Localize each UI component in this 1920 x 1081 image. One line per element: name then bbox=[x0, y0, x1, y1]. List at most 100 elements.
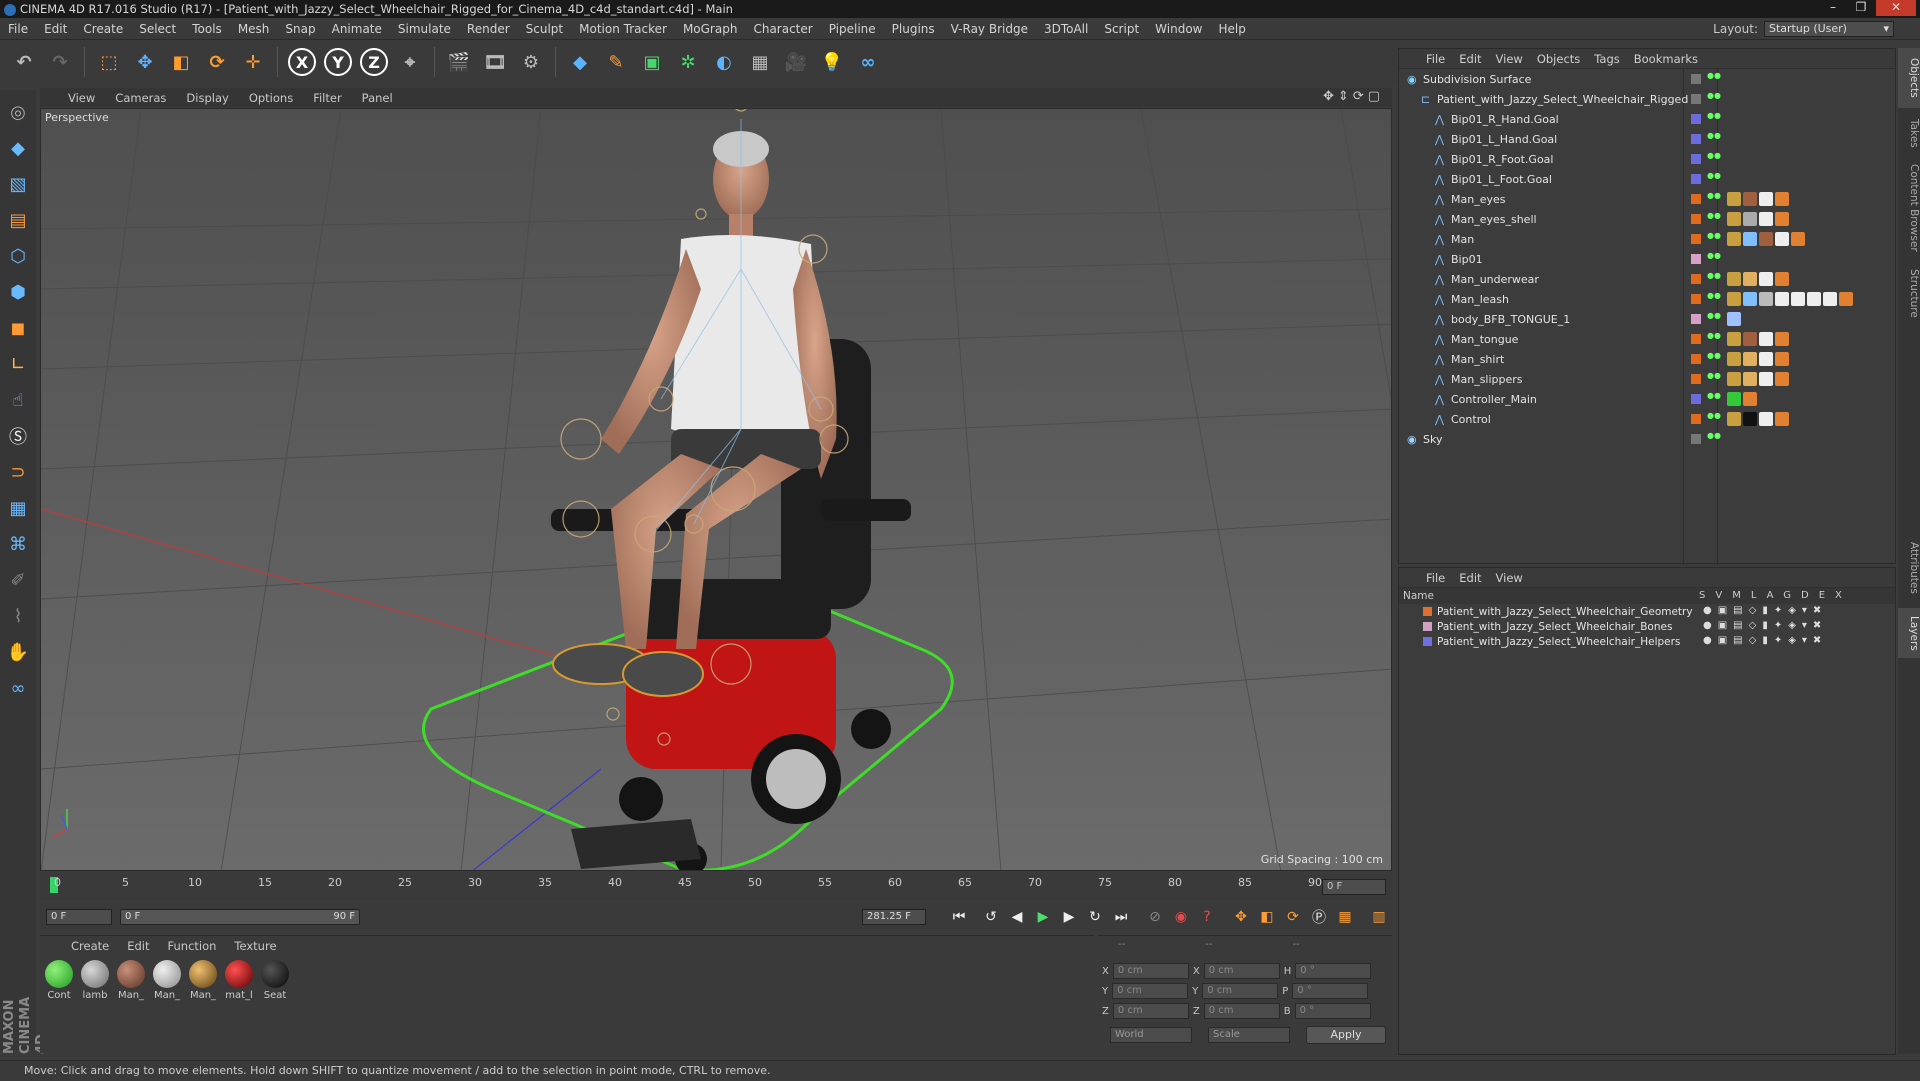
redo-icon[interactable]: ↷ bbox=[44, 46, 76, 78]
tab-layers[interactable]: Layers bbox=[1898, 608, 1920, 658]
tag-icon[interactable] bbox=[1791, 232, 1805, 246]
material-menu-create[interactable]: Create bbox=[62, 939, 118, 953]
layers-menu-edit[interactable]: Edit bbox=[1452, 571, 1488, 585]
menu-select[interactable]: Select bbox=[131, 22, 184, 36]
undo-icon[interactable]: ↶ bbox=[8, 46, 40, 78]
tag-icon[interactable] bbox=[1759, 372, 1773, 386]
visibility-dots-icon[interactable]: ●● bbox=[1707, 192, 1721, 205]
rotation-p-field[interactable]: 0 ° bbox=[1292, 983, 1369, 999]
menu-script[interactable]: Script bbox=[1096, 22, 1147, 36]
tag-icon[interactable] bbox=[1727, 412, 1741, 426]
menu-mesh[interactable]: Mesh bbox=[230, 22, 278, 36]
tag-icon[interactable] bbox=[1775, 412, 1789, 426]
layer-toggle-icons[interactable]: ●▣▤◇▮✦◈▾✖ bbox=[1703, 605, 1827, 616]
edges-mode-icon[interactable]: ⬢ bbox=[3, 276, 33, 308]
tag-icon[interactable] bbox=[1775, 352, 1789, 366]
visibility-dots-icon[interactable]: ●● bbox=[1707, 92, 1721, 105]
material-menu-texture[interactable]: Texture bbox=[225, 939, 285, 953]
material-menu-edit[interactable]: Edit bbox=[118, 939, 158, 953]
layer-color-swatch[interactable] bbox=[1691, 94, 1701, 104]
record-disabled-icon[interactable]: ⊘ bbox=[1142, 905, 1168, 929]
visibility-dots-icon[interactable]: ●● bbox=[1707, 212, 1721, 225]
texture-mode-icon[interactable]: ▧ bbox=[3, 168, 33, 200]
position-x-field[interactable]: 0 cm bbox=[1112, 963, 1189, 979]
tab-objects[interactable]: Objects bbox=[1898, 48, 1920, 108]
render-picture-viewer-icon[interactable]: 🎞 bbox=[479, 46, 511, 78]
position-z-field[interactable]: 0 cm bbox=[1112, 1003, 1189, 1019]
material-item[interactable]: Man_ bbox=[152, 960, 182, 1001]
tag-icon[interactable] bbox=[1727, 232, 1741, 246]
layer-color-swatch[interactable] bbox=[1423, 622, 1432, 631]
sculpt-tool-icon[interactable]: ✋ bbox=[3, 636, 33, 668]
material-item[interactable]: mat_l bbox=[224, 960, 254, 1001]
grid-snap-icon[interactable]: ▦ bbox=[3, 492, 33, 524]
tag-icon[interactable] bbox=[1759, 192, 1773, 206]
object-row[interactable]: ⋀ Bip01_L_Hand.Goal ●● bbox=[1399, 129, 1895, 149]
visibility-dots-icon[interactable]: ●● bbox=[1707, 112, 1721, 125]
material-item[interactable]: Cont bbox=[44, 960, 74, 1001]
viewport-menu-cameras[interactable]: Cameras bbox=[105, 91, 176, 105]
tag-icon[interactable] bbox=[1775, 272, 1789, 286]
objects-menu-file[interactable]: File bbox=[1419, 52, 1452, 66]
camera-icon[interactable]: 🎥 bbox=[780, 46, 812, 78]
layer-color-swatch[interactable] bbox=[1691, 274, 1701, 284]
object-row[interactable]: ⊏ Patient_with_Jazzy_Select_Wheelchair_Ri… bbox=[1399, 89, 1895, 109]
layer-color-swatch[interactable] bbox=[1691, 374, 1701, 384]
layer-toggle-icons[interactable]: ●▣▤◇▮✦◈▾✖ bbox=[1703, 620, 1827, 631]
tag-icon[interactable] bbox=[1775, 332, 1789, 346]
render-settings-icon[interactable]: ⚙ bbox=[515, 46, 547, 78]
make-editable-icon[interactable]: ◎ bbox=[3, 96, 33, 128]
object-row[interactable]: ⋀ Man_tongue ●● bbox=[1399, 329, 1895, 349]
menu-snap[interactable]: Snap bbox=[277, 22, 323, 36]
viewport-menu-view[interactable]: View bbox=[58, 91, 105, 105]
next-frame-icon[interactable]: ▶ bbox=[1056, 905, 1082, 929]
object-row[interactable]: ⋀ Control ●● bbox=[1399, 409, 1895, 429]
python-generator-icon[interactable]: ∞ bbox=[852, 46, 884, 78]
object-row[interactable]: ⋀ Bip01_R_Foot.Goal ●● bbox=[1399, 149, 1895, 169]
rotation-h-field[interactable]: 0 ° bbox=[1295, 963, 1372, 979]
layer-color-swatch[interactable] bbox=[1691, 74, 1701, 84]
go-to-end-icon[interactable]: ⏭ bbox=[1108, 905, 1134, 929]
objects-menu-tags[interactable]: Tags bbox=[1587, 52, 1626, 66]
timeline-ruler[interactable]: 0 5 10 15 20 25 30 35 40 45 50 55 60 65 … bbox=[40, 874, 1392, 900]
menu-vray-bridge[interactable]: V-Ray Bridge bbox=[943, 22, 1036, 36]
position-y-field[interactable]: 0 cm bbox=[1112, 983, 1189, 999]
tag-icon[interactable] bbox=[1743, 292, 1757, 306]
tag-icon[interactable] bbox=[1727, 312, 1741, 326]
menu-motion-tracker[interactable]: Motion Tracker bbox=[571, 22, 675, 36]
x-axis-lock-icon[interactable]: X bbox=[288, 48, 316, 76]
light-icon[interactable]: 💡 bbox=[816, 46, 848, 78]
tag-icon[interactable] bbox=[1743, 332, 1757, 346]
menu-mograph[interactable]: MoGraph bbox=[675, 22, 746, 36]
object-row[interactable]: ⋀ Man ●● bbox=[1399, 229, 1895, 249]
menu-animate[interactable]: Animate bbox=[324, 22, 390, 36]
keyframe-parameter-icon[interactable]: Ⓟ bbox=[1306, 905, 1332, 929]
paint-tool-icon[interactable]: ⌇ bbox=[3, 600, 33, 632]
tag-icon[interactable] bbox=[1759, 292, 1773, 306]
tag-icon[interactable] bbox=[1759, 272, 1773, 286]
objects-menu-view[interactable]: View bbox=[1489, 52, 1530, 66]
previous-key-icon[interactable]: ↺ bbox=[978, 905, 1004, 929]
visibility-dots-icon[interactable]: ●● bbox=[1707, 352, 1721, 365]
visibility-dots-icon[interactable]: ●● bbox=[1707, 272, 1721, 285]
menu-character[interactable]: Character bbox=[745, 22, 820, 36]
menu-3dtoall[interactable]: 3DToAll bbox=[1036, 22, 1096, 36]
layer-color-swatch[interactable] bbox=[1691, 314, 1701, 324]
tag-icon[interactable] bbox=[1727, 392, 1741, 406]
menu-pipeline[interactable]: Pipeline bbox=[821, 22, 884, 36]
array-generator-icon[interactable]: ✲ bbox=[672, 46, 704, 78]
tag-icon[interactable] bbox=[1759, 232, 1773, 246]
coordinate-mode-dropdown[interactable]: Scale bbox=[1208, 1027, 1290, 1043]
coordinate-space-dropdown[interactable]: World bbox=[1110, 1027, 1192, 1043]
layer-color-swatch[interactable] bbox=[1423, 637, 1432, 646]
visibility-dots-icon[interactable]: ●● bbox=[1707, 412, 1721, 425]
recent-tool-icon[interactable]: ✛ bbox=[237, 46, 269, 78]
y-axis-lock-icon[interactable]: Y bbox=[324, 48, 352, 76]
visibility-dots-icon[interactable]: ●● bbox=[1707, 232, 1721, 245]
tab-takes[interactable]: Takes bbox=[1898, 108, 1920, 158]
soft-selection-icon[interactable]: ⌘ bbox=[3, 528, 33, 560]
object-row[interactable]: ⋀ Bip01_L_Foot.Goal ●● bbox=[1399, 169, 1895, 189]
menu-simulate[interactable]: Simulate bbox=[390, 22, 459, 36]
menu-window[interactable]: Window bbox=[1147, 22, 1210, 36]
coordinate-system-icon[interactable]: ⌖ bbox=[394, 46, 426, 78]
